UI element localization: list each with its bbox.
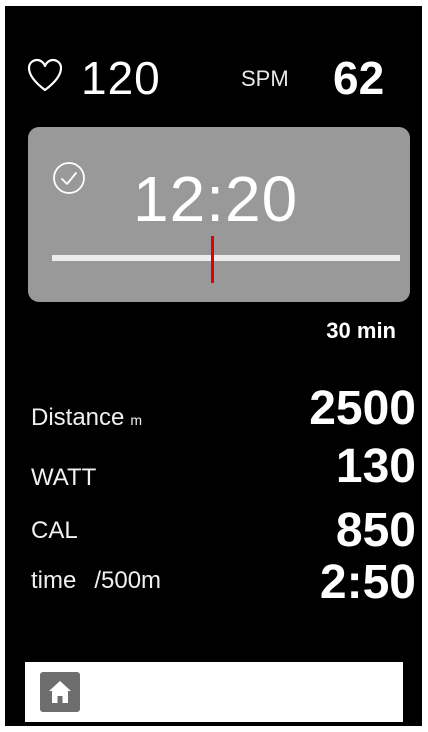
pace-value: 2:50: [319, 556, 416, 609]
workout-screen: 120 SPM 62 12:20 30 min Distance m 2500 W…: [5, 6, 422, 726]
watt-value: 130: [335, 440, 416, 493]
spm-value: 62: [333, 52, 385, 104]
heart-rate-value: 120: [81, 52, 161, 104]
distance-label-text: Distance: [31, 404, 125, 431]
spm-label: SPM: [241, 66, 289, 91]
bottom-bar: [25, 662, 403, 722]
distance-value: 2500: [309, 382, 416, 435]
distance-unit: m: [130, 412, 143, 428]
distance-label: Distance m: [31, 404, 142, 434]
workout-duration: 30 min: [326, 318, 396, 343]
cal-value: 850: [335, 504, 416, 557]
pace-label-text: time: [31, 567, 77, 594]
pace-label: time/500m: [31, 567, 161, 595]
progress-track: [52, 255, 400, 261]
timer-panel: 12:20: [28, 127, 410, 302]
heart-icon: [27, 58, 63, 92]
elapsed-time: 12:20: [133, 163, 299, 235]
home-button[interactable]: [40, 672, 80, 712]
pace-unit: /500m: [94, 567, 162, 594]
home-icon: [49, 681, 71, 703]
progress-marker: [210, 236, 214, 283]
watt-label: WATT: [31, 464, 97, 491]
cal-label: CAL: [31, 517, 78, 544]
clock-icon: [53, 162, 85, 194]
